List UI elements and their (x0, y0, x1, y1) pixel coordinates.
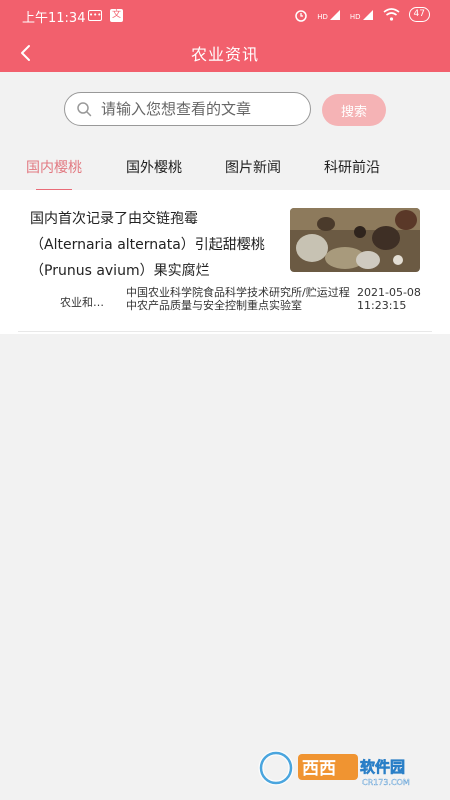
search-icon (75, 100, 93, 118)
svg-text:软件园: 软件园 (360, 758, 405, 776)
app-header: 上午11:34 ••• 文 HD HD 47 农业资讯 (0, 0, 450, 72)
divider (18, 331, 432, 332)
watermark-logo: 西西 软件园 CR173.COM (258, 748, 434, 788)
article-organization: 中国农业科学院食品科学技术研究所/贮运过程中农产品质量与安全控制重点实验室 (126, 286, 350, 312)
tab-domestic-cherry[interactable]: 国内樱桃 (26, 157, 82, 191)
tab-research-frontier[interactable]: 科研前沿 (324, 157, 380, 187)
signal-icon-2: HD (350, 9, 374, 21)
article-thumbnail (290, 208, 420, 272)
watermark-sub: CR173.COM (362, 778, 410, 787)
list-item[interactable]: 国内首次记录了由交链孢霉（Alternaria alternata）引起甜樱桃（… (0, 190, 450, 332)
battery-indicator: 47 (408, 7, 430, 22)
watermark-text: 西西 (302, 759, 336, 779)
tab-bar: 国内樱桃 国外樱桃 图片新闻 科研前沿 (0, 157, 450, 191)
tab-picture-news[interactable]: 图片新闻 (225, 157, 281, 187)
search-box[interactable] (64, 92, 311, 126)
tab-label: 科研前沿 (324, 160, 380, 176)
status-icons: HD HD 47 (294, 7, 430, 22)
alarm-icon (295, 9, 307, 22)
search-area: 搜索 国内樱桃 国外樱桃 图片新闻 科研前沿 (0, 72, 450, 191)
status-time: 上午11:34 (22, 11, 86, 26)
status-bar: 上午11:34 ••• 文 HD HD 47 (0, 0, 450, 30)
article-title: 国内首次记录了由交链孢霉（Alternaria alternata）引起甜樱桃（… (30, 211, 265, 279)
search-input[interactable] (101, 100, 301, 118)
tab-label: 国内樱桃 (26, 160, 82, 176)
tab-foreign-cherry[interactable]: 国外樱桃 (126, 157, 182, 187)
message-icon: ••• (88, 10, 102, 21)
tab-label: 图片新闻 (225, 160, 281, 176)
signal-icon: HD (317, 9, 341, 21)
search-button[interactable]: 搜索 (322, 94, 386, 126)
article-list: 国内首次记录了由交链孢霉（Alternaria alternata）引起甜樱桃（… (0, 190, 450, 334)
tab-label: 国外樱桃 (126, 160, 182, 176)
wifi-icon (383, 8, 400, 21)
article-time: 2021-05-08 11:23:15 (357, 286, 421, 312)
app-notification-icon: 文 (110, 9, 123, 22)
page-title: 农业资讯 (190, 45, 259, 64)
article-source: 农业和… (60, 296, 104, 309)
